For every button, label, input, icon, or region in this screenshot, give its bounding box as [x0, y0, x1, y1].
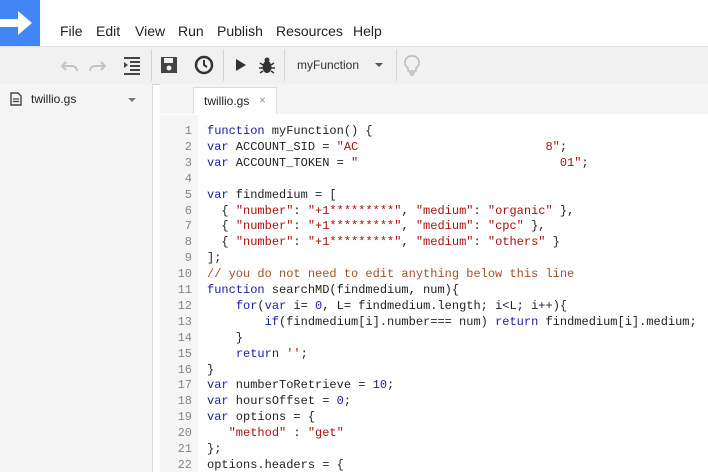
line-number: 14 [177, 331, 192, 345]
menu-run[interactable]: Run [178, 22, 204, 40]
code-line: var options = { [207, 410, 316, 424]
line-number: 19 [177, 410, 192, 424]
line-number: 2 [184, 140, 192, 154]
file-name: twillio.gs [31, 92, 77, 106]
triggers-icon[interactable] [192, 53, 216, 77]
toolbar-divider [151, 50, 152, 81]
menu-view[interactable]: View [135, 22, 165, 40]
code-line: var numberToRetrieve = 10; [207, 378, 395, 392]
line-number: 11 [177, 283, 192, 297]
menu-bar: File Edit View Run Publish Resources Hel… [0, 0, 708, 46]
code-line: function myFunction() { [207, 124, 373, 138]
line-number: 7 [184, 219, 192, 233]
line-number-gutter: 1 2 3 4 5 6 7 8 9 10 11 12 13 14 15 16 17 18 19 20 21 22 [160, 115, 199, 472]
line-number: 4 [184, 172, 192, 186]
code-line: ]; [207, 251, 222, 265]
save-icon[interactable] [157, 53, 181, 77]
toolbar: myFunction [0, 46, 708, 85]
toolbar-divider [396, 50, 397, 81]
redo-icon[interactable] [85, 53, 109, 77]
line-number: 8 [184, 235, 192, 249]
line-number: 10 [177, 267, 192, 281]
code-line: function searchMD(findmedium, num){ [207, 283, 460, 297]
menu-file[interactable]: File [60, 22, 83, 40]
lightbulb-icon[interactable] [400, 53, 424, 77]
menu-publish[interactable]: Publish [217, 22, 263, 40]
code-line: for(var i= 0, L= findmedium.length; i<L;… [235, 299, 568, 313]
line-number: 18 [177, 394, 192, 408]
line-number: 20 [177, 426, 192, 440]
function-select[interactable]: myFunction [287, 53, 393, 77]
code-line: var findmedium = [ [207, 188, 337, 202]
code-line: { "number": "+1*********", "medium": "cp… [207, 219, 546, 233]
chevron-down-icon[interactable] [128, 98, 136, 102]
menu-resources[interactable]: Resources [276, 22, 343, 40]
code-line: options.headers = { [207, 458, 344, 472]
menu-help[interactable]: Help [353, 22, 382, 40]
line-number: 17 [177, 378, 192, 392]
line-number: 12 [177, 299, 192, 313]
code-line: var hoursOffset = 0; [207, 394, 352, 408]
toolbar-divider [223, 50, 224, 81]
line-number: 21 [177, 442, 192, 456]
editor-tab-strip: twillio.gs × [160, 84, 708, 114]
code-line: "method" : "get" [228, 426, 344, 440]
code-line: { "number": "+1*********", "medium": "or… [207, 204, 575, 218]
line-number: 1 [184, 124, 192, 138]
chevron-down-icon [375, 63, 383, 67]
indent-icon[interactable] [120, 53, 144, 77]
tab-twillio-gs[interactable]: twillio.gs × [193, 87, 277, 114]
code-line: var ACCOUNT_TOKEN = " 01"; [207, 156, 589, 170]
line-number: 16 [177, 363, 192, 377]
code-editor[interactable]: function myFunction() { var ACCOUNT_SID =… [198, 115, 708, 472]
line-number: 5 [184, 188, 192, 202]
code-line: } [207, 363, 215, 377]
code-line: }; [207, 442, 222, 456]
line-number: 9 [184, 251, 192, 265]
line-number: 13 [177, 315, 192, 329]
code-line: // you do not need to edit anything belo… [207, 267, 575, 281]
line-number: 22 [177, 458, 192, 472]
code-line: } [207, 331, 244, 345]
file-list-pane: twillio.gs [0, 84, 153, 472]
run-icon[interactable] [228, 53, 252, 77]
file-item[interactable]: twillio.gs [0, 88, 152, 110]
undo-icon[interactable] [58, 53, 82, 77]
line-number: 3 [184, 156, 192, 170]
toolbar-divider [284, 50, 285, 81]
close-icon[interactable]: × [259, 93, 266, 107]
tab-label: twillio.gs [204, 94, 250, 108]
debug-icon[interactable] [255, 53, 279, 77]
code-line: var ACCOUNT_SID = "AC 8"; [207, 140, 568, 154]
code-line: if(findmedium[i].number=== num) return f… [264, 315, 697, 329]
code-line: return ''; [235, 347, 308, 361]
line-number: 15 [177, 347, 192, 361]
code-line: { "number": "+1*********", "medium": "ot… [207, 235, 560, 249]
function-select-value: myFunction [297, 58, 360, 72]
document-icon [10, 92, 22, 111]
menu-edit[interactable]: Edit [96, 22, 120, 40]
line-number: 6 [184, 204, 192, 218]
